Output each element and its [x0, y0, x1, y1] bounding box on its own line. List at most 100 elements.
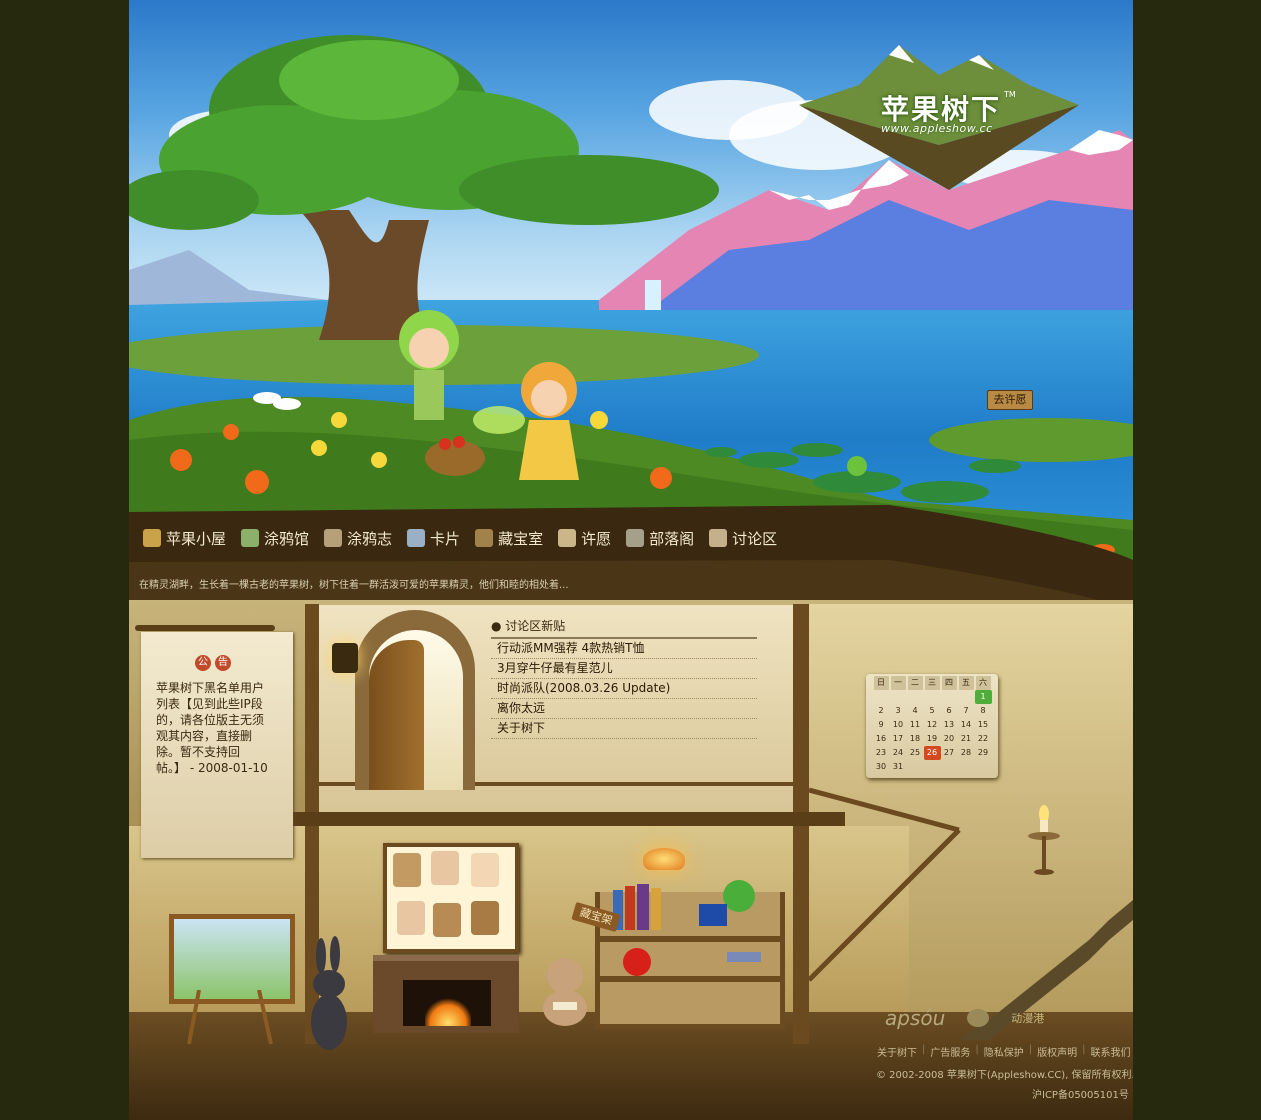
notice-title-char: 告 — [215, 655, 231, 671]
nav-item[interactable]: 苹果小屋 — [143, 520, 226, 556]
forum-post-link[interactable]: 时尚派队(2008.03.26 Update) — [491, 679, 757, 699]
calendar-day[interactable]: 19 — [924, 732, 941, 746]
notebook-icon — [324, 529, 343, 547]
calendar-day[interactable]: 8 — [975, 704, 992, 718]
partner-logo-dongmangang[interactable]: 动漫港 — [1011, 1010, 1044, 1026]
calendar-day[interactable]: 22 — [975, 732, 992, 746]
footer-link-ads[interactable]: 广告服务 — [930, 1044, 970, 1059]
calendar-day[interactable]: 16 — [873, 732, 890, 746]
calendar-day[interactable]: 21 — [958, 732, 975, 746]
calendar-day[interactable]: 27 — [941, 746, 958, 760]
calendar-day[interactable]: 23 — [873, 746, 890, 760]
photo-frame — [383, 843, 519, 953]
notice-text[interactable]: 苹果树下黑名单用户列表【见到此些IP段的，请各位版主无须观其内容，直接删除。暂不… — [156, 680, 268, 776]
calendar-week-row: 9 10 11 12 13 14 15 — [866, 718, 998, 732]
nav-item[interactable]: 藏宝室 — [475, 520, 543, 556]
people-icon — [709, 529, 728, 547]
calendar-day[interactable]: 9 — [873, 718, 890, 732]
calendar-day[interactable]: 11 — [907, 718, 924, 732]
rabbit-painter-icon — [311, 936, 347, 1050]
calendar-day[interactable]: 5 — [924, 704, 941, 718]
calendar-day[interactable]: 13 — [941, 718, 958, 732]
calendar-day[interactable]: 6 — [941, 704, 958, 718]
calendar: 日一二三四五六 1 2 3 4 5 6 7 8 9 10 11 12 13 14 15 16 17 18 19 20 21… — [866, 674, 998, 778]
nav-item-label: 藏宝室 — [498, 529, 544, 548]
copyright-text: © 2002-2008 苹果树下(Appleshow.CC), 保留所有权利. — [876, 1070, 1133, 1081]
calendar-day[interactable]: 18 — [907, 732, 924, 746]
calendar-weekday: 六 — [975, 676, 991, 690]
nav-item[interactable]: 卡片 — [407, 520, 460, 556]
icp-license[interactable]: 沪ICP备05005101号 — [1032, 1086, 1129, 1101]
calendar-day[interactable]: 12 — [924, 718, 941, 732]
shelf-items — [613, 880, 761, 976]
calendar-day[interactable]: 24 — [890, 746, 907, 760]
forum-heading: ● 讨论区新贴 — [491, 617, 757, 639]
calendar-day[interactable]: 20 — [941, 732, 958, 746]
calendar-day[interactable]: 4 — [907, 704, 924, 718]
nav-item-label: 涂鸦馆 — [264, 529, 310, 548]
calendar-day[interactable]: 28 — [958, 746, 975, 760]
calendar-day — [975, 760, 992, 774]
calendar-day[interactable]: 10 — [890, 718, 907, 732]
footer-link-copyright[interactable]: 版权声明 — [1037, 1044, 1077, 1059]
calendar-day[interactable]: 31 — [890, 760, 907, 774]
calendar-day[interactable]: 26 — [923, 746, 941, 760]
site-tagline: 在精灵湖畔，生长着一棵古老的苹果树，树下住着一群活泼可爱的苹果精灵，他们和睦的相… — [139, 580, 569, 591]
footer-link-privacy[interactable]: 隐私保护 — [984, 1044, 1024, 1059]
calendar-day[interactable]: 15 — [975, 718, 992, 732]
nav-item[interactable]: 部落阁 — [626, 520, 694, 556]
wish-signpost[interactable]: 去许愿 — [987, 390, 1033, 410]
calendar-weekday-row: 日一二三四五六 — [866, 676, 998, 690]
forum-post-link[interactable]: 关于树下 — [491, 719, 757, 739]
site-url: www.appleshow.cc — [881, 122, 993, 135]
footer-link-contact[interactable]: 联系我们 — [1091, 1044, 1131, 1059]
nav-item-label: 讨论区 — [732, 529, 778, 548]
calendar-day[interactable]: 30 — [873, 760, 890, 774]
calendar-day[interactable]: 2 — [873, 704, 890, 718]
calendar-day — [924, 690, 941, 704]
calendar-day[interactable]: 3 — [890, 704, 907, 718]
treasure-box-icon — [475, 529, 494, 547]
calendar-day[interactable]: 14 — [958, 718, 975, 732]
footer-separator: | — [922, 1044, 926, 1055]
nav-item-label: 许愿 — [581, 529, 612, 548]
teddy-bear-icon — [543, 958, 587, 1026]
calendar-day — [907, 690, 924, 704]
nav-item[interactable]: 讨论区 — [709, 520, 777, 556]
calendar-day[interactable]: 1 — [974, 690, 992, 704]
calendar-day — [958, 690, 975, 704]
calendar-day — [907, 760, 924, 774]
notice-rod — [135, 625, 275, 631]
nav-item[interactable]: 涂鸦馆 — [241, 520, 309, 556]
footer-separator: | — [1082, 1044, 1086, 1055]
main-nav: 苹果小屋 涂鸦馆 涂鸦志 卡片 藏宝室 许愿 部落阁 讨论区 — [143, 520, 792, 556]
calendar-day — [958, 760, 975, 774]
partner-badge-icon[interactable] — [967, 1009, 990, 1027]
nav-item[interactable]: 涂鸦志 — [324, 520, 392, 556]
calendar-day[interactable]: 29 — [975, 746, 992, 760]
calendar-week-row: 30 31 — [866, 760, 998, 774]
nav-item-label: 苹果小屋 — [166, 529, 227, 548]
forum-post-link[interactable]: 离你太远 — [491, 699, 757, 719]
trademark-mark: TM — [1004, 90, 1016, 99]
calendar-day[interactable]: 17 — [890, 732, 907, 746]
wish-bottle-icon — [558, 529, 577, 547]
door-icon[interactable] — [369, 640, 424, 790]
calendar-weekday: 日 — [873, 676, 889, 690]
forum-post-link[interactable]: 行动派MM强荐 4款热销T恤 — [491, 639, 757, 659]
calendar-week-row: 23 24 25 26 27 28 29 — [866, 746, 998, 760]
wall-lantern-icon — [332, 643, 358, 673]
calendar-weekday: 一 — [890, 676, 906, 690]
partner-logo-apsou[interactable]: apsóu — [885, 1006, 945, 1030]
calendar-day[interactable]: 25 — [907, 746, 924, 760]
floor-beam — [285, 812, 845, 826]
calendar-day[interactable]: 7 — [958, 704, 975, 718]
forum-heading-label: 讨论区新贴 — [505, 619, 566, 633]
nav-item[interactable]: 许愿 — [558, 520, 611, 556]
notice-title: 公 告 — [195, 655, 231, 671]
book-icon — [626, 529, 645, 547]
calendar-weekday: 三 — [924, 676, 940, 690]
footer-link-about[interactable]: 关于树下 — [877, 1044, 917, 1059]
forum-post-link[interactable]: 3月穿牛仔最有星范儿 — [491, 659, 757, 679]
calendar-weekday: 五 — [958, 676, 974, 690]
